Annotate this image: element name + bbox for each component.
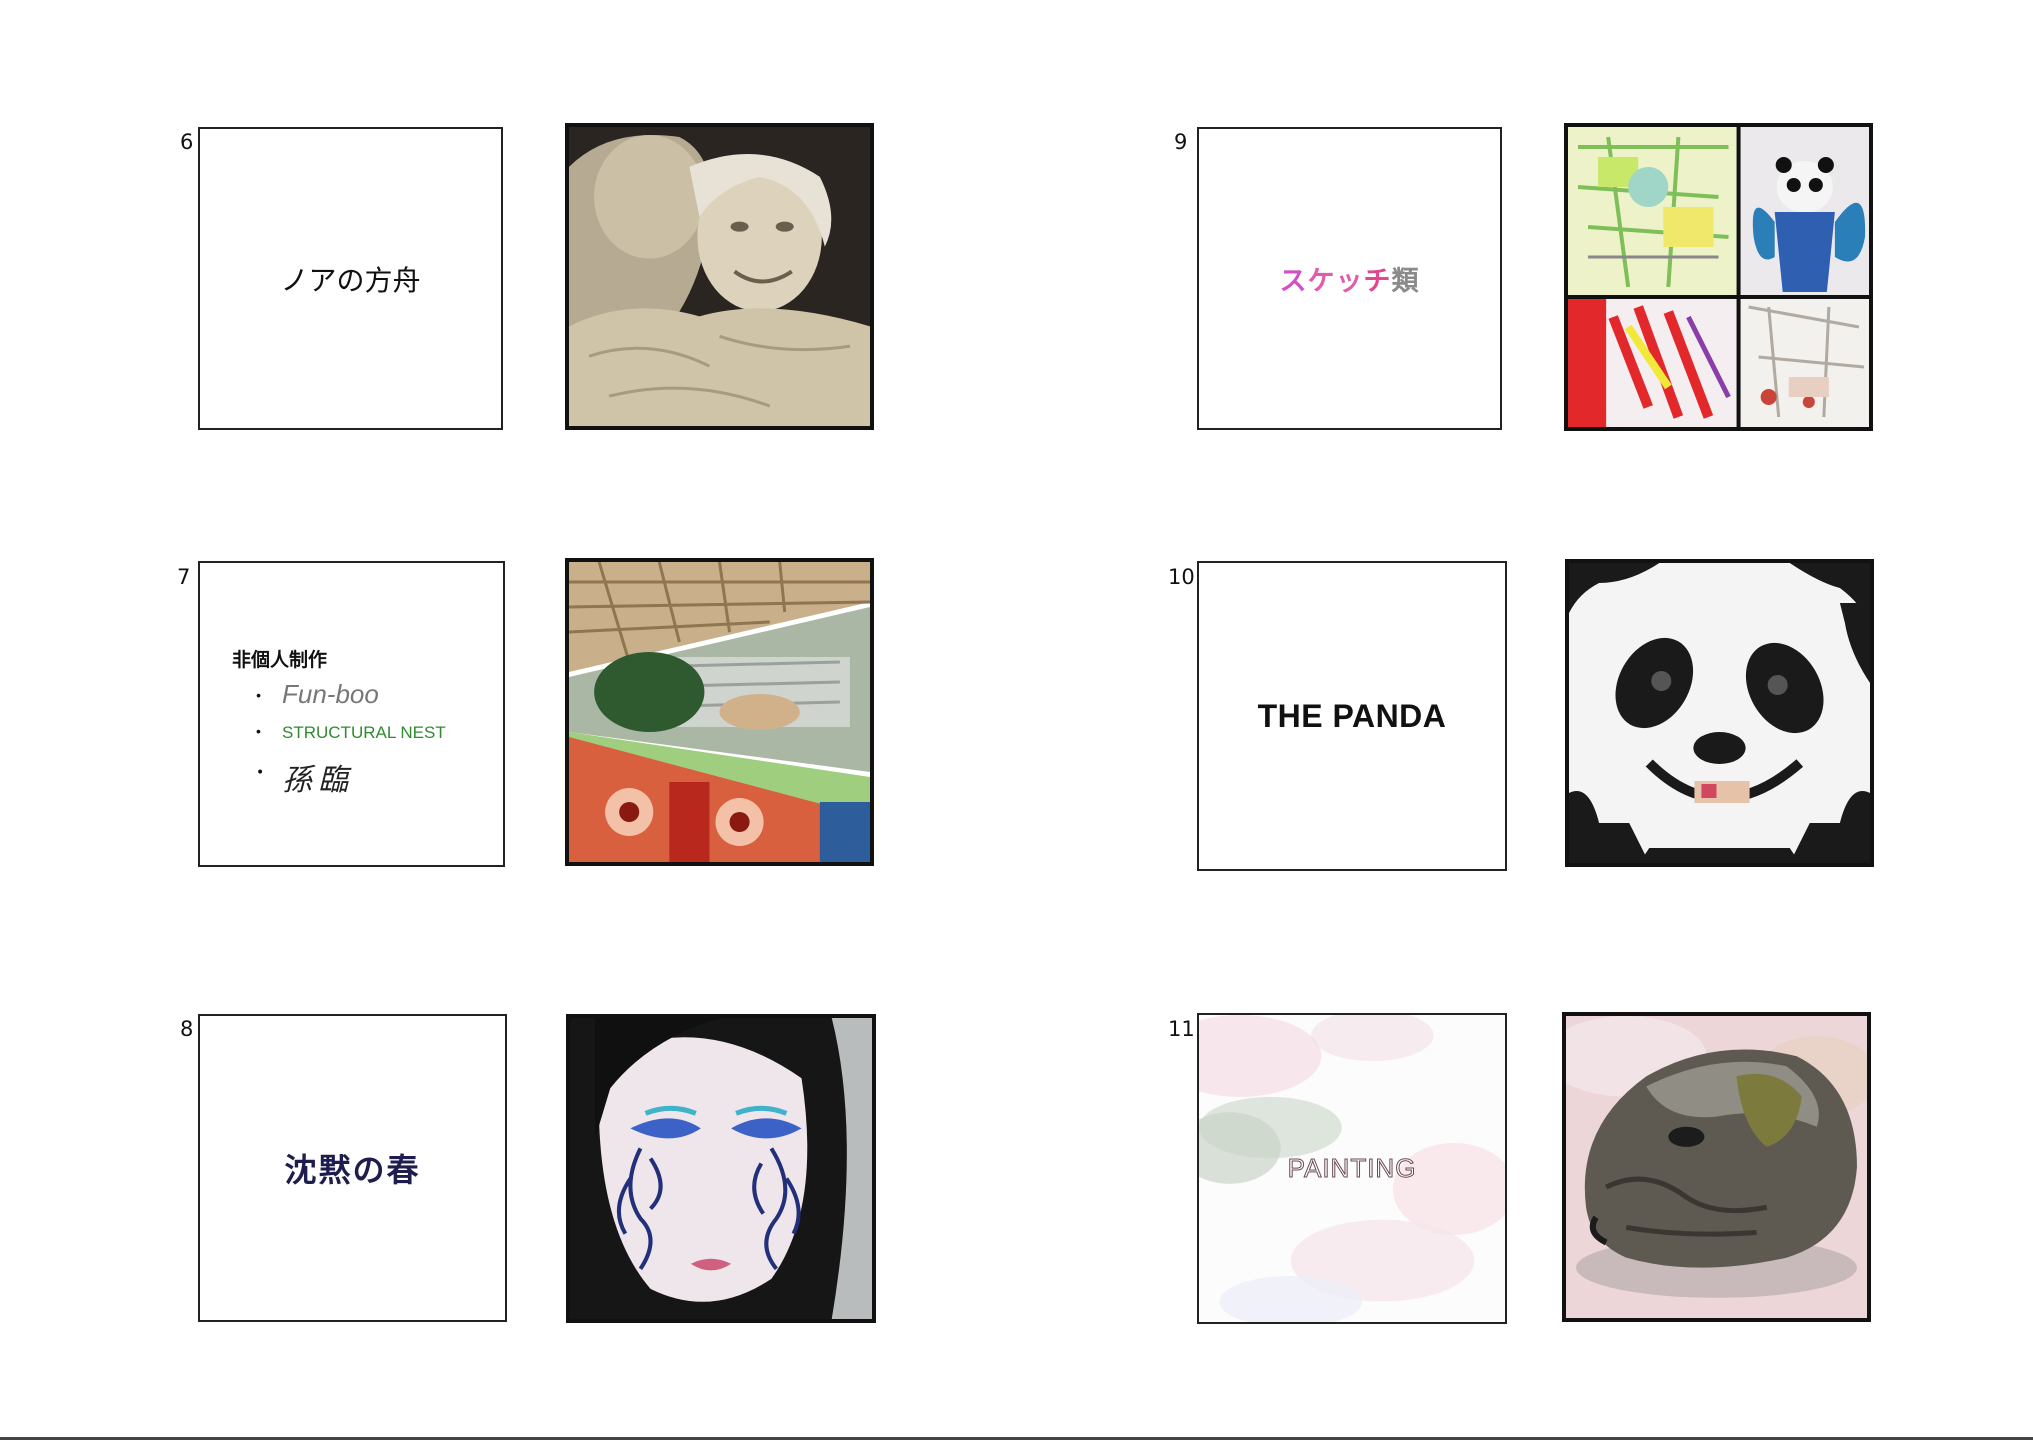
card-title: ノアの方舟: [280, 263, 421, 297]
title-card-sketches[interactable]: スケッチ類: [1197, 127, 1502, 430]
card-heading: 非個人制作: [232, 649, 328, 671]
list-item-calligraphy[interactable]: 孫臨: [256, 755, 354, 799]
card-title: 沈黙の春: [284, 1151, 421, 1189]
item-number: 9: [1174, 130, 1188, 154]
card-title: スケッチ類: [1280, 259, 1420, 298]
item-number: 6: [180, 130, 194, 154]
image-panda-artwork[interactable]: [1565, 559, 1874, 867]
item-number: 11: [1168, 1017, 1195, 1041]
list-item-fun-boo[interactable]: Fun-boo: [256, 679, 379, 710]
title-card-painting[interactable]: PAINTING: [1197, 1013, 1507, 1324]
title-card-group-works[interactable]: 非個人制作 Fun-boo STRUCTURAL NEST 孫臨: [198, 561, 505, 867]
image-sketches-grid[interactable]: [1564, 123, 1873, 431]
title-part: ケッ: [1307, 266, 1364, 297]
item-number: 7: [177, 565, 191, 589]
card-title: PAINTING: [1287, 1153, 1417, 1184]
item-number: 10: [1168, 565, 1195, 589]
title-part: ス: [1279, 266, 1308, 297]
title-card-noah[interactable]: ノアの方舟: [198, 127, 503, 430]
title-part: 類: [1391, 266, 1420, 297]
card-title: THE PANDA: [1257, 697, 1447, 734]
title-card-silent-spring[interactable]: 沈黙の春: [198, 1014, 507, 1322]
list-item-structural-nest[interactable]: STRUCTURAL NEST: [256, 723, 446, 743]
image-painting-stone-panda[interactable]: [1562, 1012, 1871, 1322]
image-group-works-collage[interactable]: [565, 558, 874, 866]
image-noah-sculpture[interactable]: [565, 123, 874, 430]
image-silent-spring-portrait[interactable]: [566, 1014, 876, 1323]
title-part: チ: [1363, 266, 1392, 297]
title-card-the-panda[interactable]: THE PANDA: [1197, 561, 1507, 871]
item-number: 8: [180, 1017, 194, 1041]
